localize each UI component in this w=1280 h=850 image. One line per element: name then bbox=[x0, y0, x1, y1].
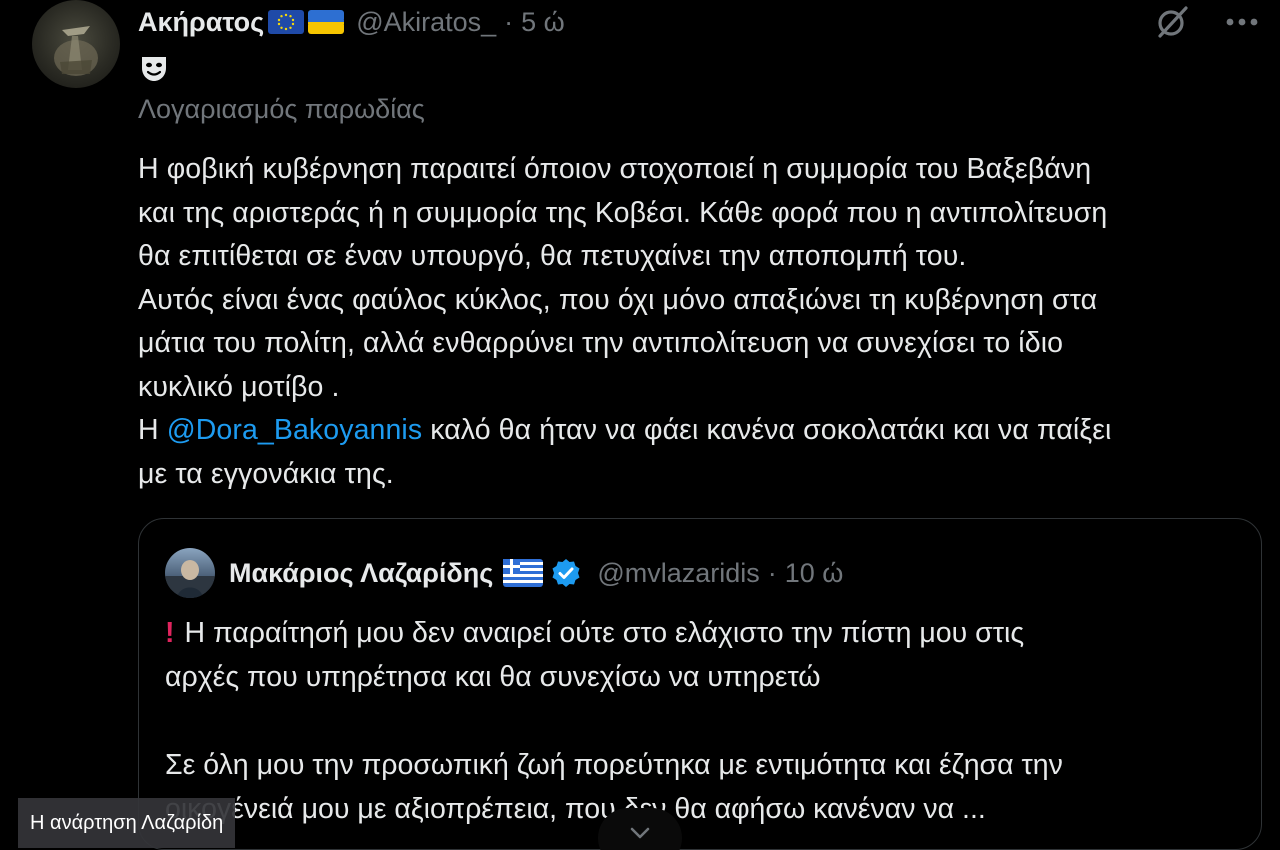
chevron-down-icon bbox=[630, 827, 650, 839]
quoted-tweet-body: ! Η παραίτησή μου δεν αναιρεί ούτε στο ελ… bbox=[165, 611, 1245, 831]
tweet-body-line: Η φοβική κυβέρνηση παραιτεί όποιον στοχο… bbox=[138, 153, 1092, 185]
greece-flag-icon bbox=[503, 559, 544, 587]
author-name[interactable]: Ακήρατος bbox=[138, 7, 264, 38]
image-caption: Η ανάρτηση Λαζαρίδη bbox=[18, 798, 236, 848]
tweet-time[interactable]: 5 ώ bbox=[521, 7, 565, 38]
quoted-author-avatar[interactable] bbox=[165, 548, 215, 598]
quoted-author-handle[interactable]: @mvlazaridis bbox=[597, 558, 759, 589]
quoted-header-separator: · bbox=[767, 557, 777, 588]
tweet-body-line: θα επιτίθεται σε έναν υπουργό, θα πετυχα… bbox=[138, 240, 967, 272]
tweet-body-line: και της αριστεράς ή η συμμορία της Κοβέσ… bbox=[138, 196, 1108, 229]
mention-prefix: Η bbox=[138, 414, 167, 446]
tweet-body: Η φοβική κυβέρνηση παραιτεί όποιον στοχο… bbox=[138, 148, 1263, 496]
quoted-author-name[interactable]: Μακάριος Λαζαρίδης bbox=[229, 558, 493, 589]
exclamation-icon: ! bbox=[165, 617, 175, 649]
mention-suffix: καλό θα ήταν να φάει κανένα σοκολατάκι κ… bbox=[422, 414, 1112, 446]
eu-flag-icon bbox=[268, 10, 305, 34]
tweet-body-line: Αυτός είναι ένας φαύλος κύκλος, που όχι … bbox=[138, 283, 1098, 316]
ukraine-flag-icon bbox=[308, 10, 345, 34]
quoted-body-line: οικογένειά μου με αξιοπρέπεια, που δεν θ… bbox=[165, 793, 986, 825]
paragraph-break bbox=[165, 699, 1245, 743]
author-handle[interactable]: @Akiratos_ bbox=[356, 7, 496, 38]
quoted-tweet-time[interactable]: 10 ώ bbox=[785, 558, 844, 589]
verified-badge-icon bbox=[551, 558, 581, 588]
scroll-down-button[interactable] bbox=[598, 808, 682, 850]
tweet-header: Ακήρατος @Akiratos_ · 5 ώ bbox=[138, 2, 565, 42]
parody-label: Λογαριασμός παρωδίας bbox=[138, 94, 425, 124]
tweet-actions-top bbox=[1152, 2, 1262, 42]
tweet-body-line: κυκλικό μοτίβο . bbox=[138, 370, 340, 403]
mask-icon bbox=[138, 52, 170, 84]
quoted-body-line: Σε όλη μου την προσωπική ζωή πορεύτηκα μ… bbox=[165, 749, 1063, 781]
tweet-body-line: με τα εγγονάκια της. bbox=[138, 457, 394, 490]
tweet-body-mention-line: Η @Dora_Bakoyannis καλό θα ήταν να φάει … bbox=[138, 409, 1263, 453]
header-separator: · bbox=[504, 6, 514, 37]
quoted-line-1: Η παραίτησή μου δεν αναιρεί ούτε στο ελά… bbox=[184, 617, 1025, 649]
quoted-body-line: αρχές που υπηρέτησα και θα συνεχίσω να υ… bbox=[165, 661, 821, 693]
tweet-body-line: μάτια του πολίτη, αλλά ενθαρρύνει την αν… bbox=[138, 327, 1064, 359]
author-avatar[interactable] bbox=[32, 0, 120, 88]
mention-link[interactable]: @Dora_Bakoyannis bbox=[167, 414, 423, 446]
more-icon[interactable] bbox=[1222, 2, 1262, 42]
quoted-body-line: ! Η παραίτησή μου δεν αναιρεί ούτε στο ελ… bbox=[165, 611, 1245, 655]
quoted-tweet[interactable]: Μακάριος Λαζαρίδης @mvlazaridis · 10 ώ !… bbox=[138, 518, 1262, 850]
quoted-tweet-header: Μακάριος Λαζαρίδης @mvlazaridis · 10 ώ bbox=[165, 547, 843, 599]
grok-icon[interactable] bbox=[1152, 2, 1192, 42]
